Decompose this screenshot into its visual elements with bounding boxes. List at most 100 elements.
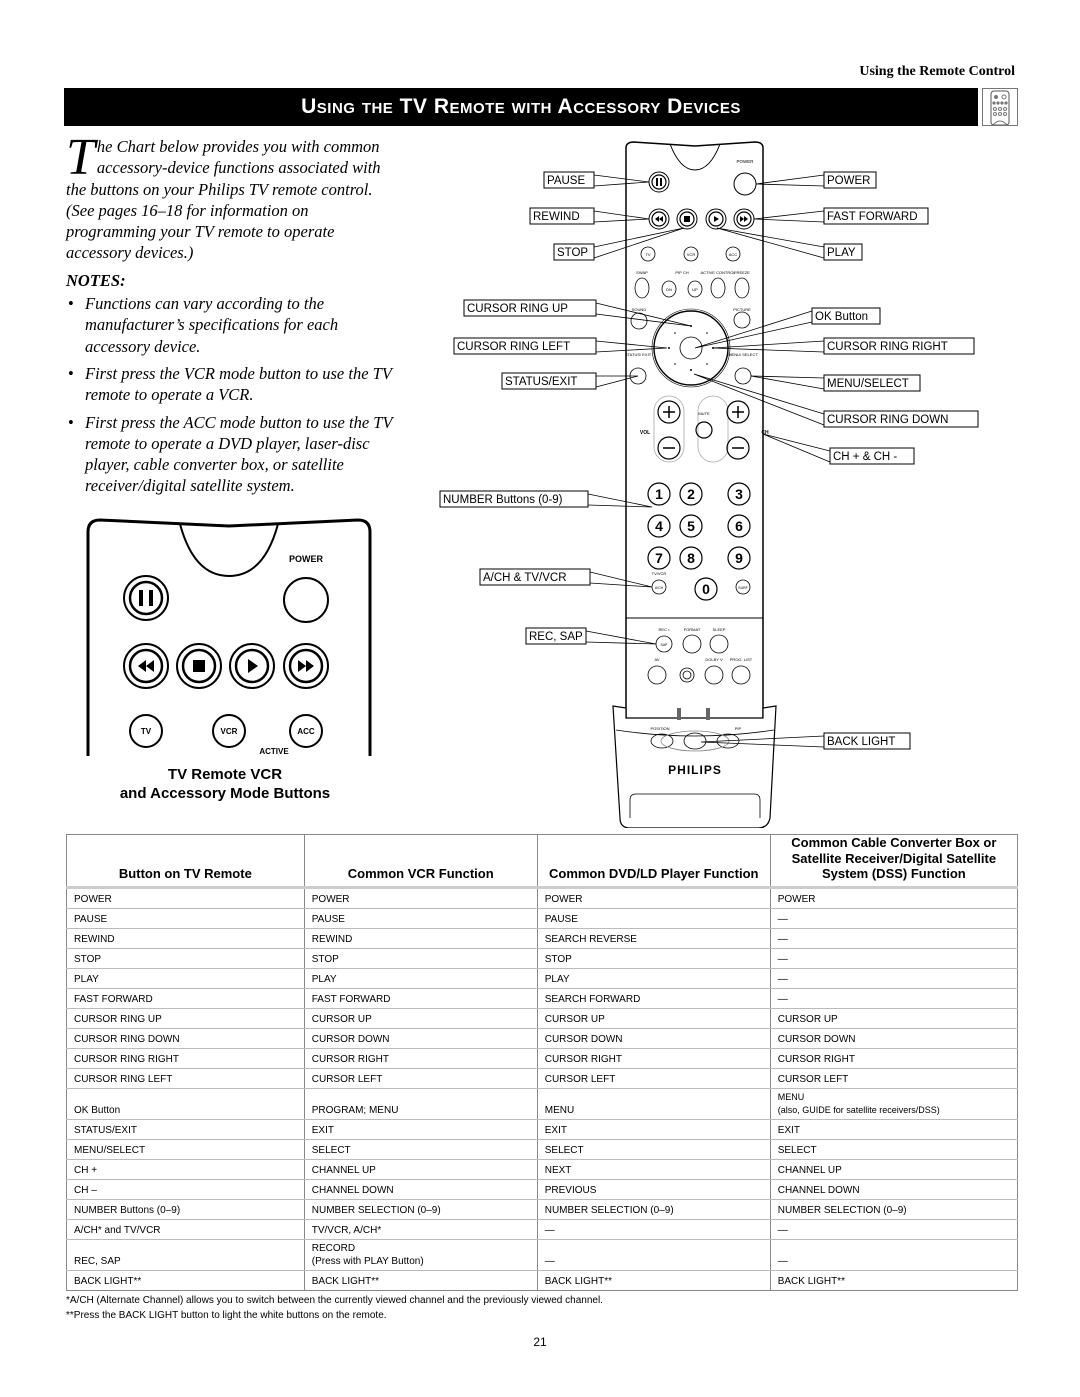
power-label: POWER [289, 554, 324, 564]
callout-label: STATUS/EXIT [505, 376, 577, 388]
svg-text:POWER: POWER [736, 159, 754, 164]
table-cell: CHANNEL DOWN [303, 1179, 538, 1200]
table-cell: MENU/SELECT [66, 1139, 305, 1160]
svg-text:TV: TV [645, 252, 650, 257]
callout-label: CURSOR RING LEFT [457, 341, 570, 353]
callout-label: A/CH & TV/VCR [483, 572, 567, 584]
table-cell: SEARCH FORWARD [536, 988, 771, 1009]
table-cell: CURSOR UP [303, 1008, 538, 1029]
table-cell: — [769, 948, 1018, 969]
table-cell: CHANNEL UP [769, 1159, 1018, 1180]
svg-text:FORMAT: FORMAT [684, 627, 701, 632]
mode-buttons-illustration: POWER TV VCR ACC ACTIVE [86, 518, 372, 756]
table-cell: CURSOR LEFT [769, 1068, 1018, 1089]
stop-button [176, 643, 222, 689]
table-header-row: Button on TV Remote Common VCR Function … [66, 834, 1018, 889]
table-cell: REWIND [66, 928, 305, 949]
table-cell: — [769, 988, 1018, 1009]
table-cell: — [769, 908, 1018, 929]
footnote: **Press the BACK LIGHT button to light t… [66, 1310, 387, 1321]
table-cell: MENU (also, GUIDE for satellite receiver… [769, 1088, 1018, 1120]
table-cell: POWER [769, 887, 1018, 909]
footnote: *A/CH (Alternate Channel) allows you to … [66, 1295, 603, 1306]
fast-forward-button [283, 643, 329, 689]
number-label: 5 [687, 518, 695, 534]
note-item: Functions can vary according to the manu… [66, 293, 402, 357]
svg-text:PIP CH: PIP CH [675, 270, 688, 275]
intro-section: T he Chart below provides you with commo… [66, 132, 402, 503]
svg-text:PHILIPS: PHILIPS [668, 763, 722, 777]
table-cell: NUMBER SELECTION (0–9) [536, 1199, 771, 1220]
table-cell: CH + [66, 1159, 305, 1180]
svg-text:MUTE: MUTE [698, 411, 710, 416]
table-cell: NEXT [536, 1159, 771, 1180]
table-cell: CURSOR RING DOWN [66, 1028, 305, 1049]
table-cell: PAUSE [303, 908, 538, 929]
table-cell: CURSOR RIGHT [303, 1048, 538, 1069]
number-label: 1 [655, 486, 663, 502]
section-label: Using the Remote Control [859, 64, 1015, 79]
svg-text:ACC: ACC [729, 252, 738, 257]
callout-label: BACK LIGHT [827, 736, 895, 748]
table-cell: — [769, 1239, 1018, 1271]
table-row: REC, SAP RECORD (Press with PLAY Button) —… [66, 1239, 1018, 1271]
svg-text:SURF: SURF [738, 586, 748, 590]
table-row: CH + CHANNEL UP NEXT CHANNEL UP [66, 1159, 1018, 1180]
table-cell: POWER [536, 887, 771, 909]
fast-forward-icon [298, 660, 314, 672]
table-cell: PAUSE [66, 908, 305, 929]
table-cell: PLAY [303, 968, 538, 989]
table-row: STOP STOP STOP — [66, 948, 1018, 969]
table-cell: BACK LIGHT** [769, 1270, 1018, 1291]
acc-mode-label: ACC [297, 727, 315, 736]
rewind-icon [138, 660, 154, 672]
number-label: 4 [655, 518, 663, 534]
note-item: First press the ACC mode button to use t… [66, 412, 402, 497]
svg-text:VCR: VCR [687, 252, 696, 257]
table-row: REWIND REWIND SEARCH REVERSE — [66, 928, 1018, 949]
callout-label: PLAY [827, 247, 856, 259]
table-row: CURSOR RING LEFT CURSOR LEFT CURSOR LEFT CU… [66, 1068, 1018, 1089]
remote-diagram: POWER TV VCR ACC SWAP PIP CH ACTIVE CONT… [439, 141, 979, 828]
svg-text:STATUS/ EXIT: STATUS/ EXIT [625, 352, 652, 357]
callout-label: CURSOR RING UP [467, 303, 568, 315]
table-cell: CH – [66, 1179, 305, 1200]
table-row: POWER POWER POWER POWER [66, 887, 1018, 909]
notes-list: Functions can vary according to the manu… [66, 293, 402, 497]
table-cell: PREVIOUS [536, 1179, 771, 1200]
svg-text:DN: DN [666, 287, 672, 292]
table-row: FAST FORWARD FAST FORWARD SEARCH FORWARD — [66, 988, 1018, 1009]
table-cell: SELECT [303, 1139, 538, 1160]
callout-leader [755, 174, 825, 187]
number-label: 7 [655, 550, 663, 566]
table-cell: POWER [303, 887, 538, 909]
table-cell: BACK LIGHT** [66, 1270, 305, 1291]
svg-text:REC •: REC • [659, 627, 671, 632]
notes-heading: NOTES: [66, 270, 126, 290]
number-label: 2 [687, 486, 695, 502]
callout-label: CURSOR RING DOWN [827, 414, 948, 426]
remote-control-icon [982, 88, 1018, 126]
table-cell: CHANNEL UP [303, 1159, 538, 1180]
svg-text:SLEEP: SLEEP [713, 627, 726, 632]
function-chart: Button on TV Remote Common VCR Function … [66, 834, 1018, 1291]
callout-label: FAST FORWARD [827, 211, 918, 223]
table-cell: BACK LIGHT** [536, 1270, 771, 1291]
svg-text:TV/VCR: TV/VCR [652, 571, 667, 576]
table-cell: CHANNEL DOWN [769, 1179, 1018, 1200]
number-label: 0 [702, 581, 710, 597]
table-cell: EXIT [303, 1119, 538, 1140]
intro-paragraph: he Chart below provides you with common … [66, 137, 381, 263]
page-banner: Using the TV Remote with Accessory Devic… [64, 88, 978, 126]
svg-text:PROG. LIST: PROG. LIST [730, 657, 753, 662]
table-cell: STOP [66, 948, 305, 969]
active-label: ACTIVE [259, 747, 289, 756]
table-cell: RECORD (Press with PLAY Button) [303, 1239, 538, 1271]
table-cell: CURSOR RING RIGHT [66, 1048, 305, 1069]
svg-text:AV: AV [654, 657, 659, 662]
table-cell: REWIND [303, 928, 538, 949]
table-cell: CURSOR UP [536, 1008, 771, 1029]
number-label: 8 [687, 550, 695, 566]
table-cell: BACK LIGHT** [303, 1270, 538, 1291]
callout-leader [762, 433, 831, 463]
